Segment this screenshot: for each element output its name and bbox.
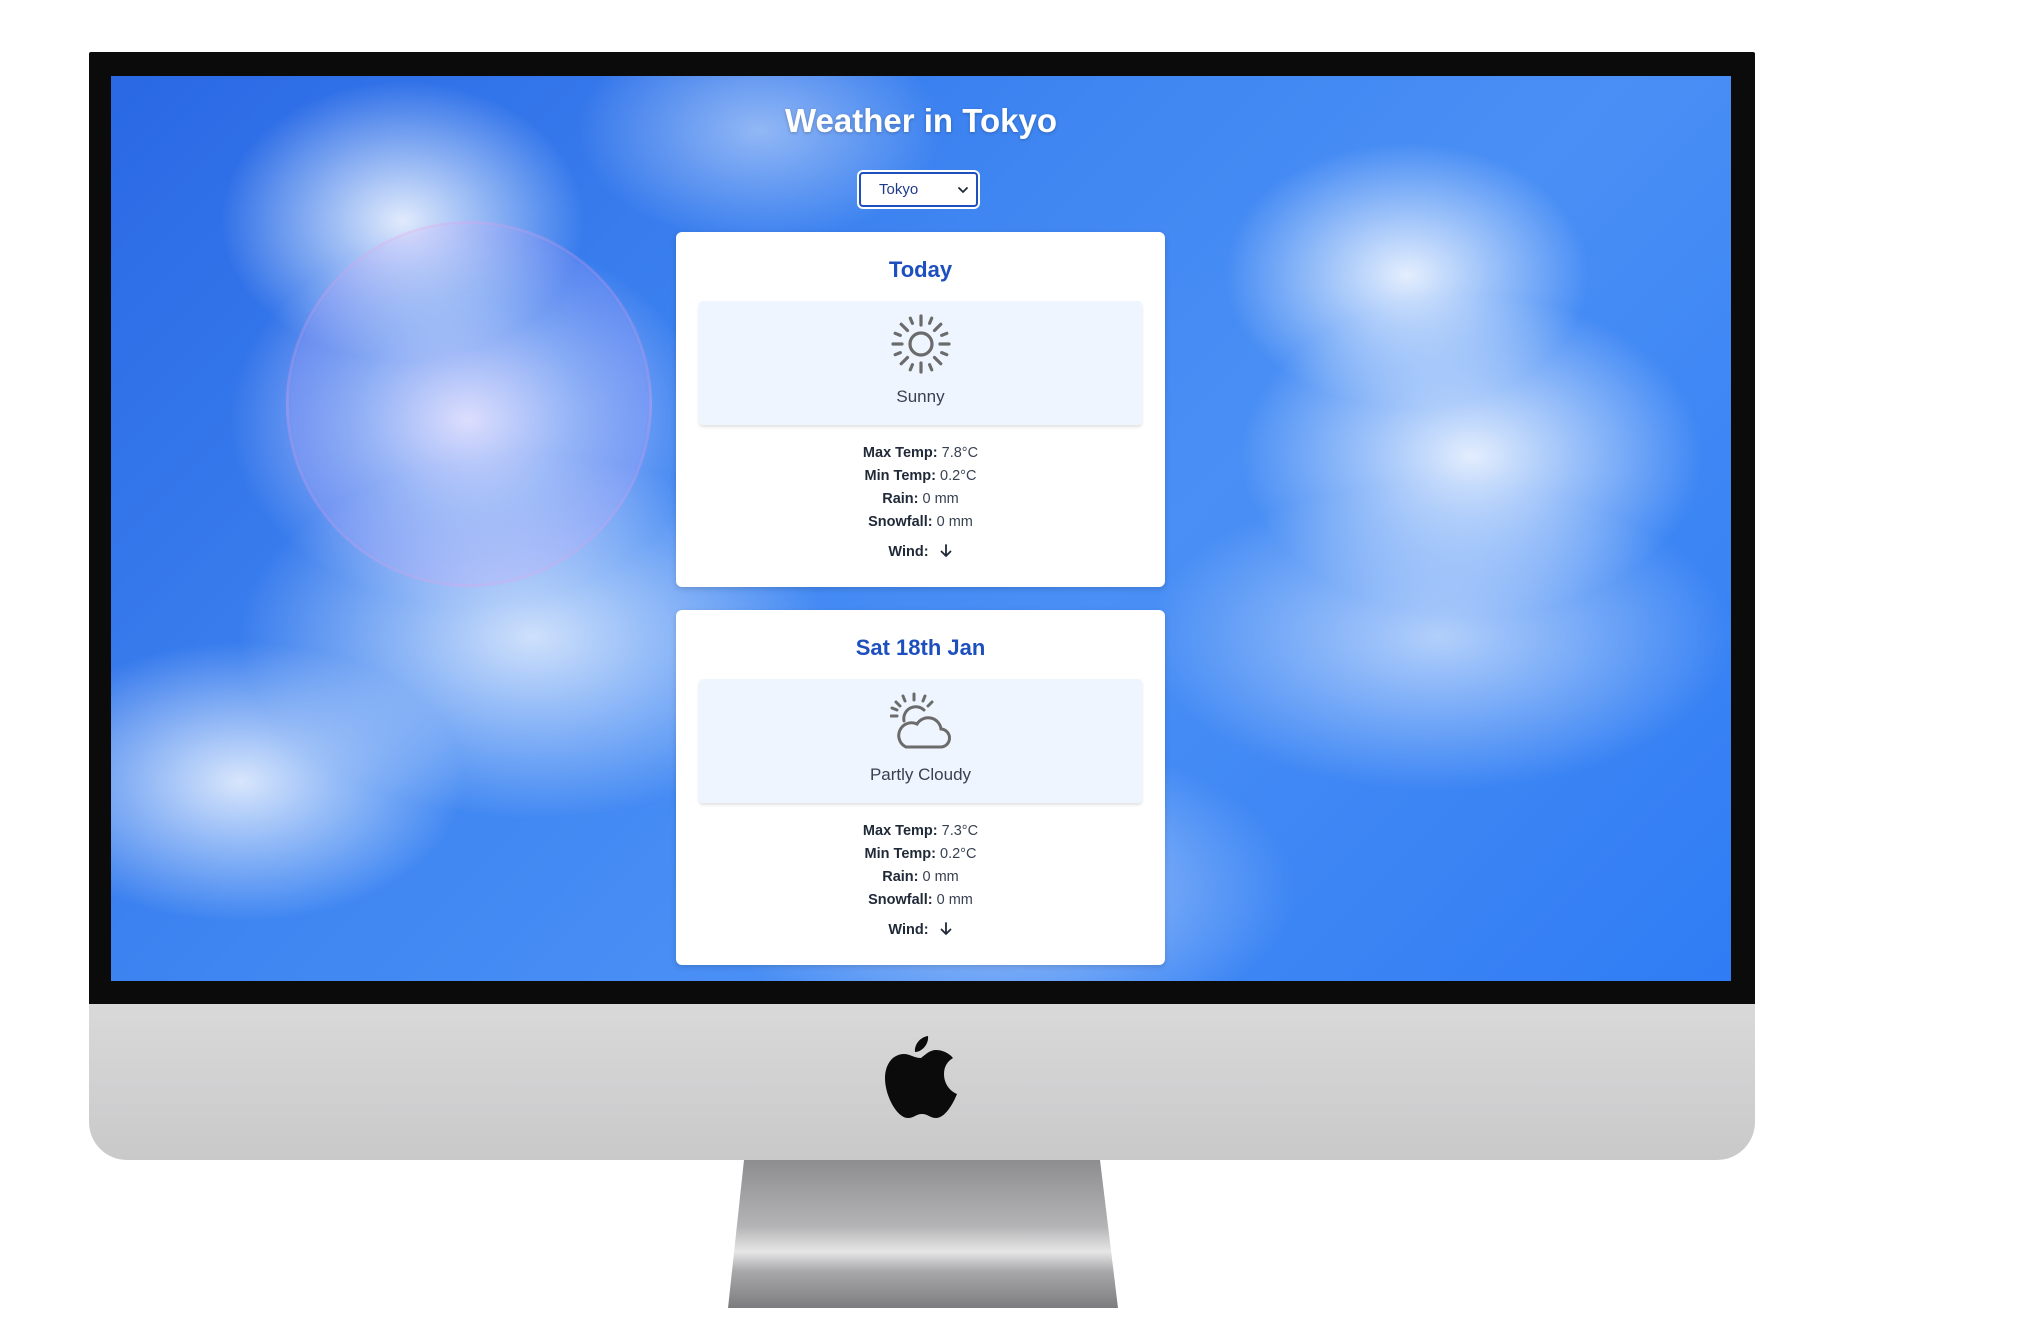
imac-mockup: Weather in Tokyo Tokyo Today Sunny Max T… [0, 0, 2027, 1322]
city-select-value: Tokyo [879, 181, 919, 198]
snowfall-value: 0 mm [936, 892, 973, 908]
min-temp-row: Min Temp: 0.2°C [676, 465, 1165, 488]
arrow-down-icon [940, 544, 951, 557]
max-temp-label: Max Temp: [862, 823, 938, 839]
condition-label: Partly Cloudy [869, 765, 972, 784]
forecast-day: Today [888, 257, 953, 282]
max-temp-value: 7.3°C [941, 823, 979, 839]
monitor-stand [728, 1160, 1118, 1308]
apple-logo-icon [885, 1036, 957, 1118]
min-temp-value: 0.2°C [940, 846, 977, 862]
snowfall-row: Snowfall: 0 mm [676, 511, 1165, 534]
wind-label: Wind: [888, 922, 929, 938]
min-temp-value: 0.2°C [940, 468, 977, 484]
min-temp-label: Min Temp: [864, 846, 936, 862]
min-temp-row: Min Temp: 0.2°C [676, 843, 1165, 866]
chevron-down-icon [958, 187, 968, 193]
snowfall-label: Snowfall: [868, 892, 933, 908]
wind-row: Wind: [676, 922, 1165, 938]
snowfall-row: Snowfall: 0 mm [676, 889, 1165, 912]
city-select[interactable]: Tokyo [859, 172, 978, 207]
arrow-down-icon [940, 922, 951, 935]
lens-flare [286, 221, 652, 587]
max-temp-row: Max Temp: 7.8°C [676, 442, 1165, 465]
rain-label: Rain: [882, 491, 919, 507]
max-temp-label: Max Temp: [862, 445, 938, 461]
screen: Weather in Tokyo Tokyo Today Sunny Max T… [111, 76, 1731, 981]
snowfall-label: Snowfall: [868, 514, 933, 530]
partly-cloudy-icon [890, 692, 951, 749]
snowfall-value: 0 mm [936, 514, 973, 530]
rain-row: Rain: 0 mm [676, 488, 1165, 511]
sun-icon [891, 314, 951, 374]
rain-row: Rain: 0 mm [676, 866, 1165, 889]
stats-list: Max Temp: 7.8°C Min Temp: 0.2°C Rain: 0 … [676, 442, 1165, 534]
min-temp-label: Min Temp: [864, 468, 936, 484]
forecast-card: Today Sunny Max Temp: 7.8°C Min Temp: 0.… [676, 232, 1165, 587]
rain-value: 0 mm [922, 491, 959, 507]
max-temp-value: 7.8°C [941, 445, 979, 461]
forecast-card: Sat 18th Jan Partly Cloudy Max Temp: 7.3… [676, 610, 1165, 965]
wind-label: Wind: [888, 544, 929, 560]
wind-row: Wind: [676, 544, 1165, 560]
condition-panel: Partly Cloudy [699, 679, 1142, 803]
rain-value: 0 mm [922, 869, 959, 885]
rain-label: Rain: [882, 869, 919, 885]
page-title: Weather in Tokyo [785, 102, 1057, 139]
condition-label: Sunny [896, 387, 945, 406]
condition-panel: Sunny [699, 301, 1142, 425]
forecast-day: Sat 18th Jan [855, 635, 986, 660]
max-temp-row: Max Temp: 7.3°C [676, 820, 1165, 843]
stats-list: Max Temp: 7.3°C Min Temp: 0.2°C Rain: 0 … [676, 820, 1165, 912]
